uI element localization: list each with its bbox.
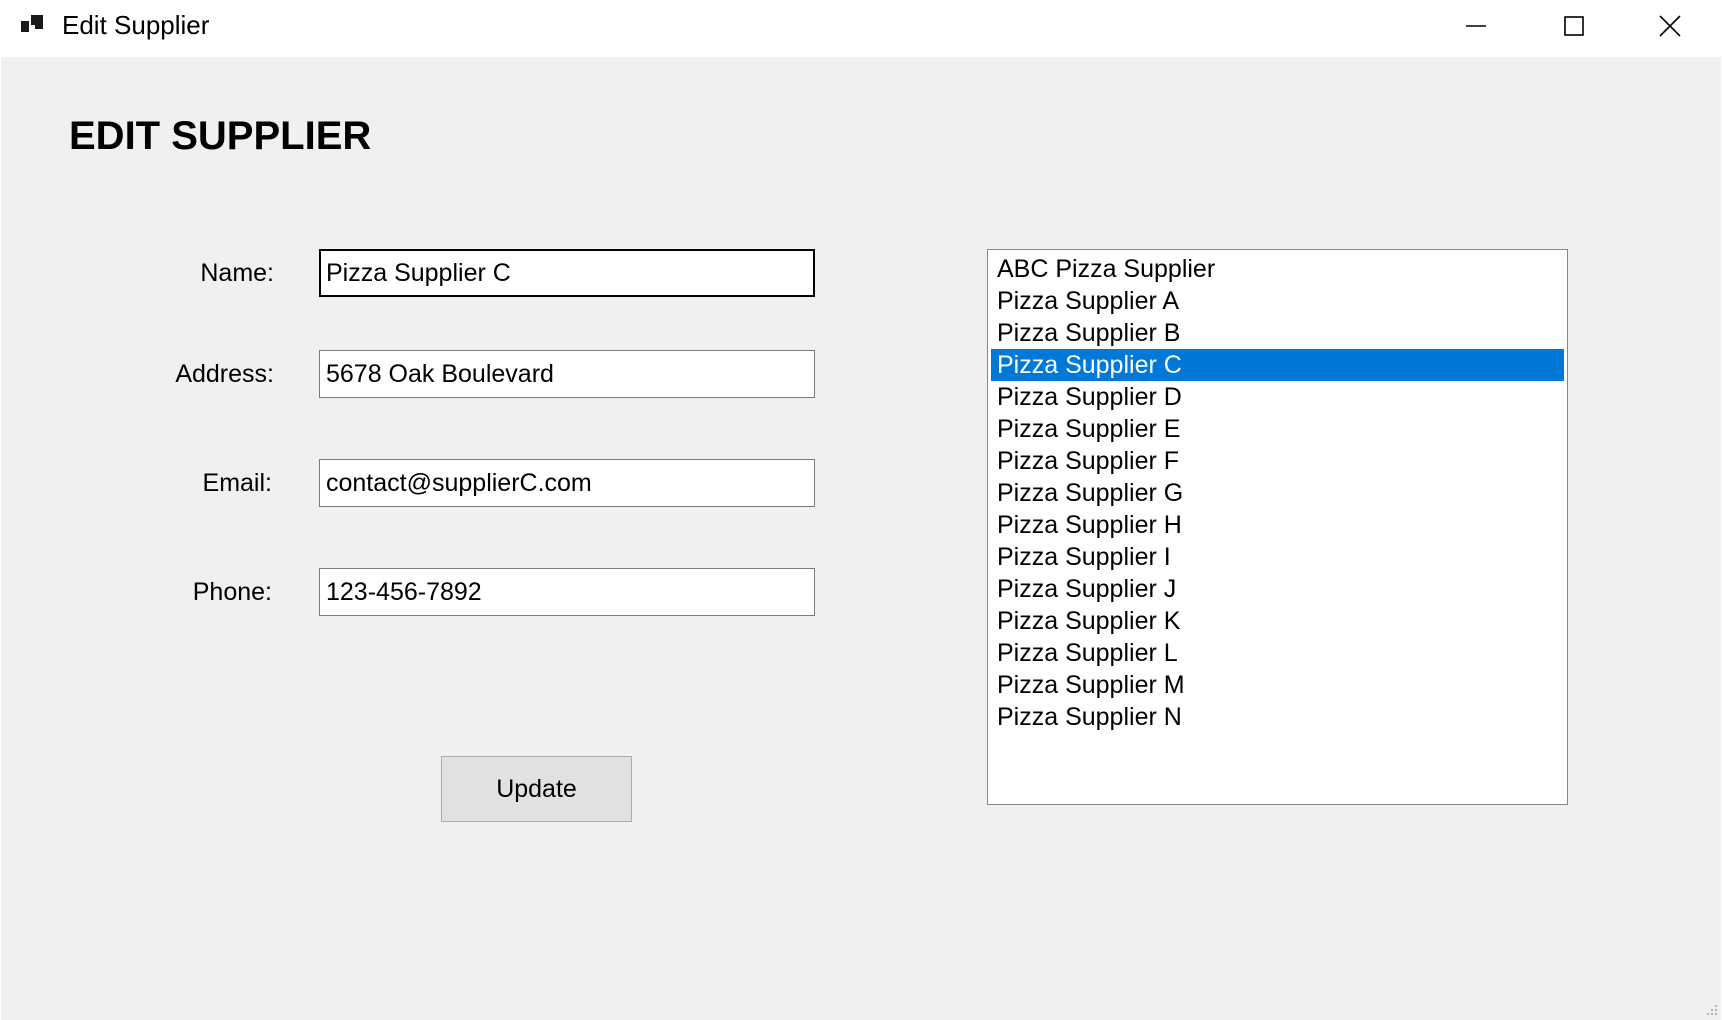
supplier-list-item[interactable]: Pizza Supplier D [991,381,1564,413]
app-icon [21,15,43,32]
email-field[interactable] [319,459,815,507]
resize-grip-icon[interactable] [1704,1002,1718,1016]
supplier-list-item[interactable]: Pizza Supplier M [991,669,1564,701]
window-title: Edit Supplier [62,10,210,40]
supplier-list-item[interactable]: Pizza Supplier N [991,701,1564,733]
edit-supplier-window: Edit Supplier EDIT SUPPLIER Name: Addres… [0,0,1722,1020]
minimize-button[interactable] [1430,0,1522,52]
maximize-button[interactable] [1528,0,1620,52]
supplier-list-item[interactable]: Pizza Supplier A [991,285,1564,317]
title-bar[interactable]: Edit Supplier [0,0,1722,52]
phone-field[interactable] [319,568,815,616]
phone-label: Phone: [192,578,272,606]
supplier-listbox[interactable]: ABC Pizza Supplier Pizza Supplier A Pizza … [987,249,1568,805]
page-title: EDIT SUPPLIER [69,114,372,158]
close-icon [1659,15,1681,37]
update-button[interactable]: Update [441,756,632,822]
supplier-list-item[interactable]: Pizza Supplier J [991,573,1564,605]
supplier-list-item[interactable]: Pizza Supplier H [991,509,1564,541]
supplier-list-item[interactable]: Pizza Supplier E [991,413,1564,445]
supplier-list-item[interactable]: Pizza Supplier K [991,605,1564,637]
supplier-list-item[interactable]: Pizza Supplier I [991,541,1564,573]
address-label: Address: [175,360,274,388]
supplier-list-item[interactable]: Pizza Supplier C [991,349,1564,381]
close-button[interactable] [1624,0,1716,52]
name-label: Name: [200,259,274,287]
maximize-icon [1564,16,1584,36]
supplier-list-item[interactable]: ABC Pizza Supplier [991,253,1564,285]
name-field[interactable] [319,249,815,297]
supplier-list-item[interactable]: Pizza Supplier L [991,637,1564,669]
email-label: Email: [202,469,272,497]
address-field[interactable] [319,350,815,398]
minimize-icon [1466,25,1486,27]
supplier-list-item[interactable]: Pizza Supplier F [991,445,1564,477]
supplier-list-item[interactable]: Pizza Supplier B [991,317,1564,349]
supplier-list-item[interactable]: Pizza Supplier G [991,477,1564,509]
